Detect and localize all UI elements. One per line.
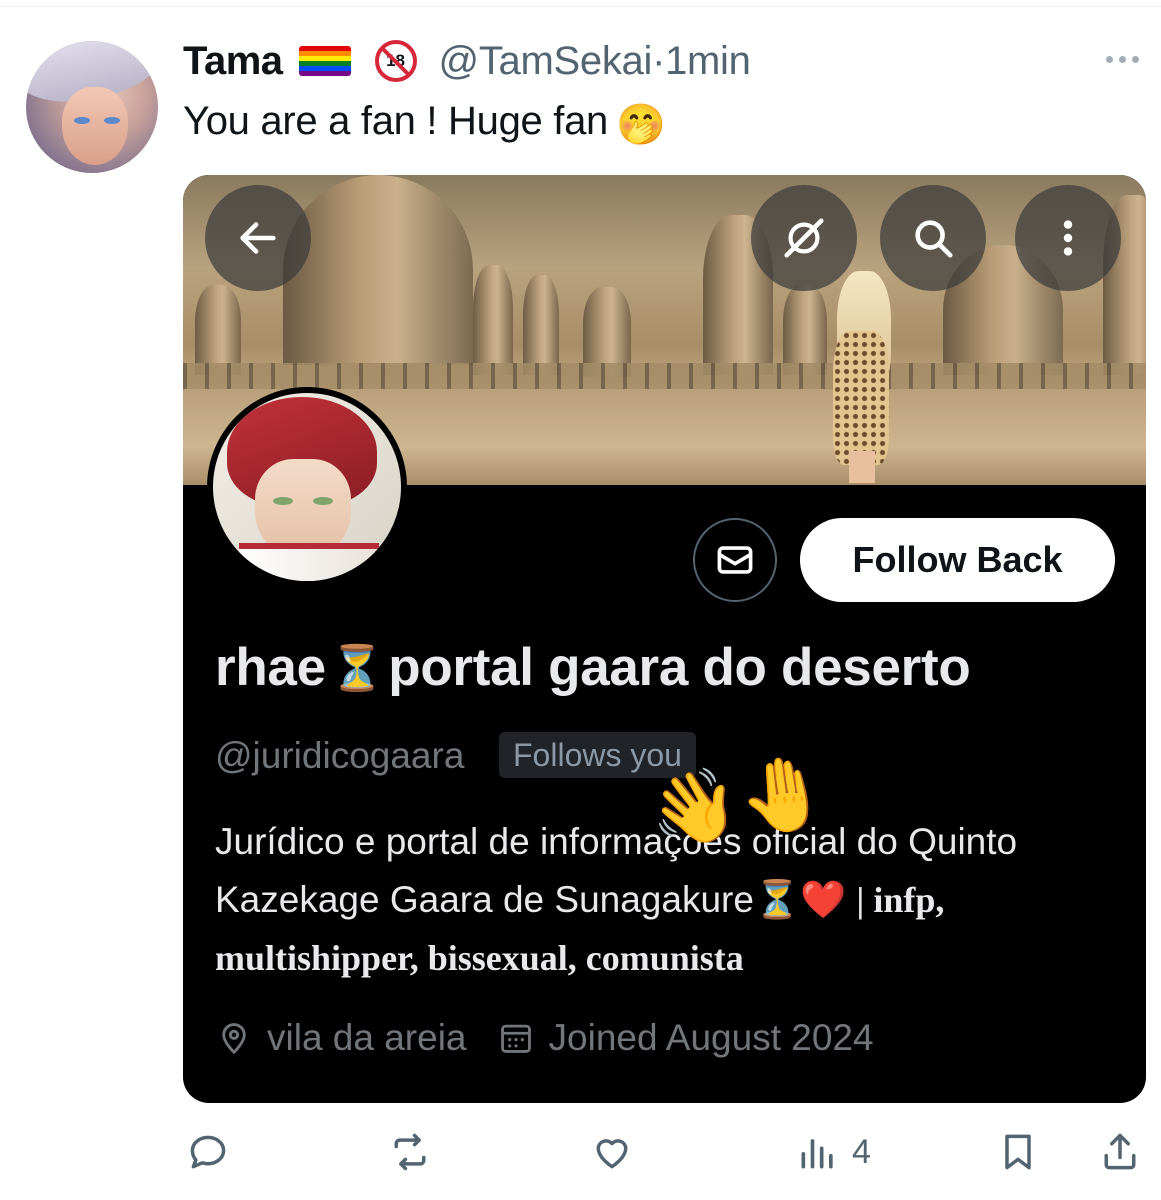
location-item: vila da areia xyxy=(215,1017,467,1059)
grok-icon xyxy=(784,218,824,258)
age-restricted-icon: 18 xyxy=(374,40,417,82)
tweet-text: You are a fan ! Huge fan 🤭 xyxy=(183,99,666,148)
joined-item: Joined August 2024 xyxy=(497,1017,874,1059)
location-pin-icon xyxy=(222,1023,246,1055)
author-name[interactable]: Tama xyxy=(183,39,283,84)
bio-line-2-text: Kazekage Gaara de Sunagakure xyxy=(215,879,754,920)
heart-icon xyxy=(596,1139,628,1169)
hourglass-emoji-bio: ⏳ xyxy=(753,879,801,920)
profile-screenshot-card[interactable]: Follow Back rhae⏳portal gaara do deserto… xyxy=(183,175,1146,1103)
reply-bubble-icon xyxy=(190,1135,226,1169)
banner-figure xyxy=(823,271,903,483)
display-name-part2: portal gaara do deserto xyxy=(388,638,971,697)
retweet-icon xyxy=(394,1133,426,1171)
reply-button[interactable] xyxy=(186,1130,230,1174)
message-button[interactable] xyxy=(693,518,777,602)
bio-line-2: Kazekage Gaara de Sunagakure⏳❤️ | infp, xyxy=(215,871,1125,929)
heart-emoji: ❤️ xyxy=(800,879,847,920)
retweet-button[interactable] xyxy=(388,1130,432,1174)
separator-dot: · xyxy=(652,38,666,83)
grok-button[interactable] xyxy=(751,185,857,291)
arrow-left-icon xyxy=(240,222,276,254)
overflow-menu-button[interactable] xyxy=(1015,185,1121,291)
calendar-icon xyxy=(500,1024,531,1053)
tweet-time[interactable]: 1min xyxy=(665,39,751,83)
rainbow-flag-icon xyxy=(298,46,351,76)
tweet-actions-bar: 4 xyxy=(0,1124,1161,1184)
hand-over-mouth-emoji: 🤭 xyxy=(616,103,666,147)
vertical-dots-icon xyxy=(1063,220,1073,256)
more-options-icon[interactable] xyxy=(1106,56,1139,63)
follow-back-button[interactable]: Follow Back xyxy=(800,518,1115,602)
profile-username: @juridicogaara xyxy=(215,735,465,776)
profile-meta: vila da areia Joined August 2024 xyxy=(215,1017,904,1059)
envelope-icon xyxy=(717,546,753,574)
location-text: vila da areia xyxy=(267,1017,467,1058)
tweet-header: Tama 18 @TamSekai·1min xyxy=(183,36,751,86)
hourglass-emoji: ⏳ xyxy=(329,644,385,693)
bookmark-button[interactable] xyxy=(996,1130,1040,1174)
display-name-part1: rhae xyxy=(215,638,326,697)
top-divider xyxy=(0,6,1161,7)
tweet-text-body: You are a fan ! Huge fan xyxy=(183,99,608,143)
share-icon xyxy=(1104,1133,1136,1170)
views-count: 4 xyxy=(852,1132,871,1171)
bio-line-2-tail: | infp, xyxy=(856,880,945,920)
search-button[interactable] xyxy=(880,185,986,291)
author-handle[interactable]: @TamSekai·1min xyxy=(439,39,751,84)
bookmark-icon xyxy=(1005,1134,1031,1170)
bio-line-3: multishipper, bissexual, comunista xyxy=(215,938,744,978)
joined-text: Joined August 2024 xyxy=(548,1017,874,1058)
like-button[interactable] xyxy=(590,1130,634,1174)
bar-chart-icon xyxy=(801,1139,833,1169)
views-button[interactable]: 4 xyxy=(796,1130,871,1174)
profile-picture[interactable] xyxy=(207,387,407,587)
back-button[interactable] xyxy=(205,185,311,291)
search-icon xyxy=(915,220,953,258)
profile-display-name: rhae⏳portal gaara do deserto xyxy=(215,637,971,698)
share-button[interactable] xyxy=(1098,1130,1142,1174)
author-avatar[interactable] xyxy=(26,41,158,173)
